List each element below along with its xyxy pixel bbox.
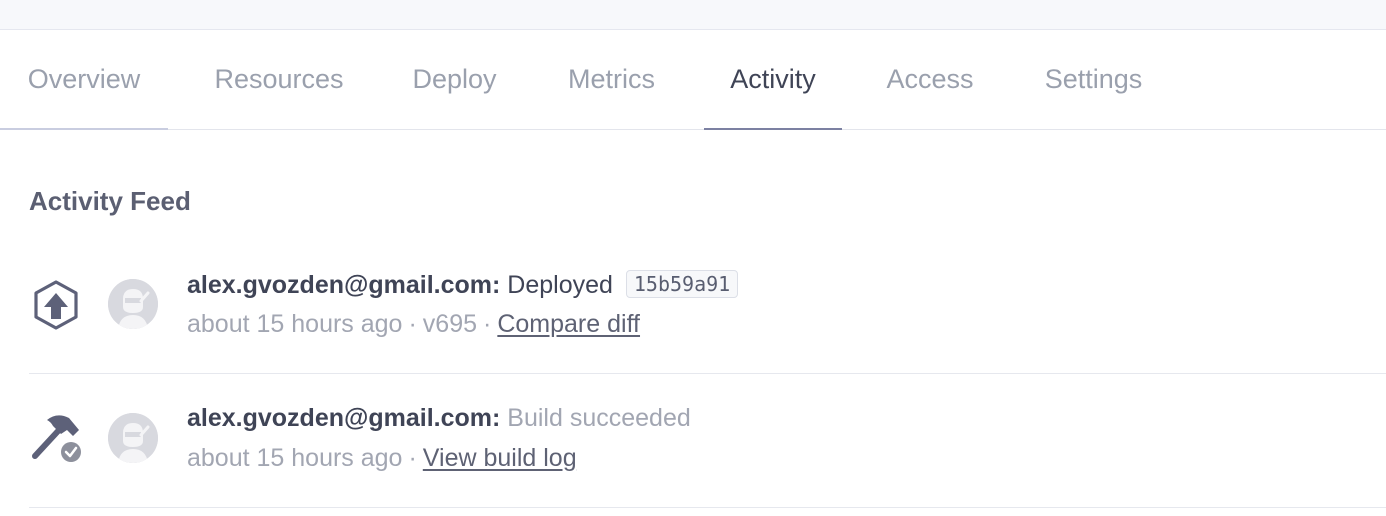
tab-resources-label: Resources <box>214 64 344 94</box>
activity-meta: about 15 hours ago · View build log <box>187 444 577 473</box>
tab-activity-underline <box>704 128 842 130</box>
activity-item-build: alex.gvozden@gmail.com: Build succeeded … <box>29 374 1386 508</box>
activity-summary: alex.gvozden@gmail.com: Build succeeded <box>187 404 691 433</box>
deploy-upload-hexagon-icon <box>34 280 78 330</box>
commit-hash-badge[interactable]: 15b59a91 <box>625 270 739 298</box>
activity-timestamp: about 15 hours ago <box>187 310 403 338</box>
activity-timestamp: about 15 hours ago <box>187 444 403 472</box>
tab-access-label: Access <box>886 64 974 94</box>
tab-deploy[interactable]: Deploy <box>390 30 519 129</box>
tab-activity-label: Activity <box>730 64 816 94</box>
release-version: v695 <box>422 310 478 338</box>
top-bar <box>0 0 1386 30</box>
meta-separator: · <box>408 310 417 338</box>
app-tab-bar: Overview Resources Deploy Metrics Activi… <box>0 30 1386 130</box>
user-avatar-icon[interactable] <box>108 413 158 463</box>
build-hammer-check-icon <box>32 415 83 464</box>
activity-feed-title: Activity Feed <box>29 186 191 216</box>
activity-summary: alex.gvozden@gmail.com: Deployed 15b59a9… <box>187 270 739 300</box>
view-build-log-link[interactable]: View build log <box>423 444 577 472</box>
tab-overview-label: Overview <box>27 64 141 94</box>
tab-access[interactable]: Access <box>862 30 998 129</box>
tab-overview-underline <box>0 128 168 130</box>
tab-deploy-label: Deploy <box>412 64 497 94</box>
activity-action: Build succeeded <box>507 404 691 432</box>
compare-diff-link[interactable]: Compare diff <box>497 310 640 338</box>
tab-resources[interactable]: Resources <box>188 30 370 129</box>
activity-meta: about 15 hours ago · v695 · Compare diff <box>187 310 640 339</box>
activity-user[interactable]: alex.gvozden@gmail.com: <box>187 404 500 432</box>
tab-activity[interactable]: Activity <box>704 30 842 130</box>
meta-separator: · <box>483 310 492 338</box>
tab-metrics[interactable]: Metrics <box>540 30 683 129</box>
tab-settings[interactable]: Settings <box>1019 30 1168 129</box>
meta-separator: · <box>408 444 417 472</box>
row-divider <box>29 507 1386 508</box>
user-avatar-icon[interactable] <box>108 279 158 329</box>
activity-user[interactable]: alex.gvozden@gmail.com: <box>187 271 500 299</box>
tab-settings-label: Settings <box>1044 64 1143 94</box>
tab-overview[interactable]: Overview <box>0 30 168 130</box>
activity-item-deploy: alex.gvozden@gmail.com: Deployed 15b59a9… <box>29 260 1386 374</box>
tab-metrics-label: Metrics <box>568 64 655 94</box>
activity-action: Deployed <box>507 271 613 299</box>
